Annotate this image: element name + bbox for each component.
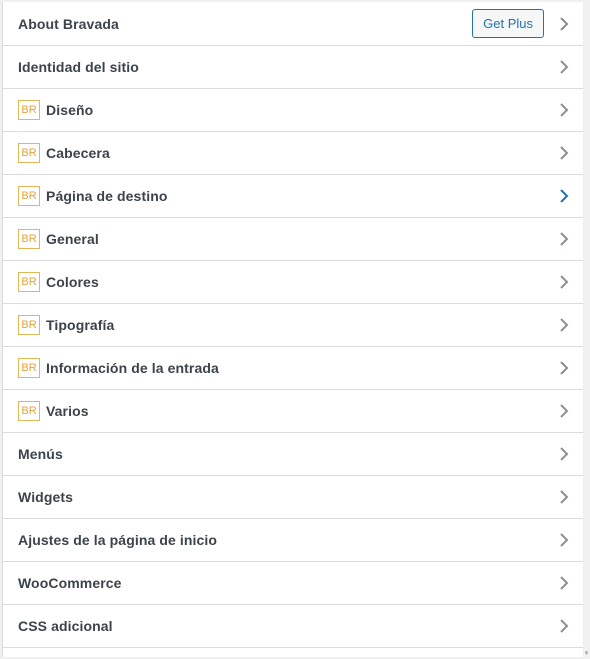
- chevron-right-icon: [558, 60, 570, 74]
- chevron-right-icon: [558, 318, 570, 332]
- br-badge-icon: BR: [18, 229, 40, 249]
- chevron-right-icon: [558, 404, 570, 418]
- section-label: Varios: [46, 403, 89, 419]
- section-label: Tipografía: [46, 317, 115, 333]
- section-widgets[interactable]: Widgets: [3, 476, 584, 519]
- chevron-right-icon: [558, 103, 570, 117]
- section-woocommerce[interactable]: WooCommerce: [3, 562, 584, 605]
- section-label: Menús: [18, 446, 63, 462]
- section-diseno[interactable]: BR Diseño: [3, 89, 584, 132]
- chevron-right-icon: [558, 576, 570, 590]
- br-badge-icon: BR: [18, 272, 40, 292]
- section-label: Página de destino: [46, 188, 168, 204]
- br-badge-icon: BR: [18, 100, 40, 120]
- section-label: General: [46, 231, 99, 247]
- chevron-right-icon: [558, 16, 570, 31]
- section-ajustes-pagina-inicio[interactable]: Ajustes de la página de inicio: [3, 519, 584, 562]
- scroll-down-arrow-icon[interactable]: ▾: [583, 650, 590, 657]
- chevron-right-icon: [558, 275, 570, 289]
- section-label: CSS adicional: [18, 618, 113, 634]
- get-plus-button[interactable]: Get Plus: [472, 8, 544, 38]
- chevron-right-icon: [558, 361, 570, 375]
- section-label: Información de la entrada: [46, 360, 219, 376]
- section-label: Colores: [46, 274, 99, 290]
- section-identidad-del-sitio[interactable]: Identidad del sitio: [3, 46, 584, 89]
- br-badge-icon: BR: [18, 143, 40, 163]
- br-badge-icon: BR: [18, 358, 40, 378]
- section-informacion-de-la-entrada[interactable]: BR Información de la entrada: [3, 347, 584, 390]
- br-badge-icon: BR: [18, 186, 40, 206]
- chevron-right-icon: [558, 533, 570, 547]
- chevron-right-icon: [558, 189, 570, 203]
- section-varios[interactable]: BR Varios: [3, 390, 584, 433]
- customizer-menu-panel: About Bravada Get Plus Identidad del sit…: [2, 2, 584, 657]
- section-pagina-de-destino[interactable]: BR Página de destino: [3, 175, 584, 218]
- section-colores[interactable]: BR Colores: [3, 261, 584, 304]
- section-about-bravada[interactable]: About Bravada Get Plus: [3, 2, 584, 46]
- scrollbar[interactable]: ▾: [583, 0, 590, 659]
- section-menus[interactable]: Menús: [3, 433, 584, 476]
- section-label: Identidad del sitio: [18, 59, 139, 75]
- chevron-right-icon: [558, 619, 570, 633]
- chevron-right-icon: [558, 447, 570, 461]
- section-css-adicional[interactable]: CSS adicional: [3, 605, 584, 648]
- section-tipografia[interactable]: BR Tipografía: [3, 304, 584, 347]
- section-label: Diseño: [46, 102, 94, 118]
- chevron-right-icon: [558, 490, 570, 504]
- section-label: Cabecera: [46, 145, 110, 161]
- br-badge-icon: BR: [18, 401, 40, 421]
- section-label: About Bravada: [18, 15, 119, 32]
- section-general[interactable]: BR General: [3, 218, 584, 261]
- section-label: WooCommerce: [18, 575, 122, 591]
- section-label: Ajustes de la página de inicio: [18, 532, 218, 548]
- section-label: Widgets: [18, 489, 74, 505]
- chevron-right-icon: [558, 146, 570, 160]
- section-cabecera[interactable]: BR Cabecera: [3, 132, 584, 175]
- br-badge-icon: BR: [18, 315, 40, 335]
- chevron-right-icon: [558, 232, 570, 246]
